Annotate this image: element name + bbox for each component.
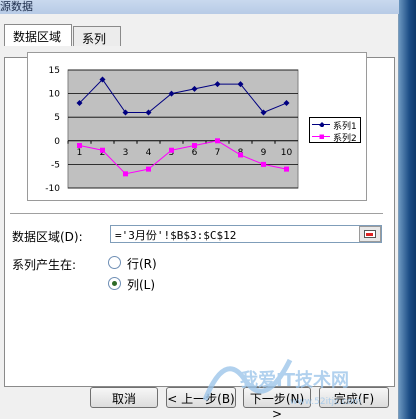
data-point-series2 (238, 152, 243, 158)
legend-entry-series1: 系列1 (310, 119, 360, 132)
title-bar: 源数据 (0, 0, 416, 14)
legend-marker-diamond (319, 122, 324, 127)
cancel-button[interactable]: 取消 (90, 387, 158, 408)
background-window-strip (399, 0, 416, 419)
x-tick-label: 1 (77, 148, 83, 158)
data-point-series2 (261, 161, 266, 167)
radio-columns-button[interactable] (108, 277, 121, 290)
radio-columns[interactable]: 列(L) (108, 276, 188, 292)
radio-rows-label: 行(R) (127, 257, 157, 271)
series-in-label: 系列产生在: (12, 258, 77, 272)
tab-data-range[interactable]: 数据区域 (4, 24, 72, 46)
data-point-series2 (123, 171, 128, 177)
x-tick-label: 3 (123, 148, 129, 158)
radio-columns-label: 列(L) (127, 278, 156, 292)
chart-legend: 系列1 系列2 (309, 117, 361, 144)
collapse-dialog-button[interactable] (359, 226, 381, 242)
y-tick-label: -5 (51, 160, 60, 170)
radio-rows[interactable]: 行(R) (108, 255, 188, 271)
collapse-dialog-icon-bar (366, 233, 373, 236)
data-point-series2 (169, 147, 174, 153)
x-tick-label: 9 (261, 148, 267, 158)
y-tick-label: 5 (54, 113, 60, 123)
back-button-label: < 上一步(B) (167, 392, 235, 406)
y-tick-label: -10 (45, 184, 60, 194)
data-range-value: ='3月份'!$B$3:$C$12 (115, 229, 237, 242)
y-tick-label: 10 (49, 90, 61, 100)
radio-selected-dot (112, 281, 117, 286)
tab-data-range-label: 数据区域 (13, 30, 62, 44)
plot-area (67, 69, 299, 189)
legend-entry-series2: 系列2 (310, 131, 360, 144)
separator (10, 213, 383, 215)
x-tick-label: 10 (281, 148, 293, 158)
y-tick-label: 15 (49, 66, 60, 76)
next-button[interactable]: 下一步(N) > (243, 387, 311, 419)
radio-rows-button[interactable] (108, 256, 121, 269)
tab-series-label: 系列 (82, 32, 107, 46)
back-button[interactable]: < 上一步(B) (166, 387, 236, 408)
x-tick-label: 7 (215, 148, 221, 158)
data-point-series2 (146, 166, 151, 172)
cancel-button-label: 取消 (111, 392, 136, 406)
data-range-input[interactable]: ='3月份'!$B$3:$C$12 (110, 225, 382, 243)
window-title: 源数据 (0, 0, 33, 13)
tab-series[interactable]: 系列 (73, 26, 121, 46)
data-point-series2 (215, 138, 220, 144)
x-tick-label: 4 (146, 148, 152, 158)
data-range-label: 数据区域(D): (12, 230, 83, 244)
data-point-series2 (77, 143, 82, 149)
finish-button-label: 完成(F) (333, 392, 375, 406)
legend-label-series2: 系列2 (333, 134, 357, 144)
legend-marker-square (319, 134, 324, 139)
y-tick-label: 0 (54, 137, 60, 147)
x-tick-label: 6 (192, 148, 198, 158)
data-point-series2 (284, 166, 289, 172)
data-point-series2 (100, 147, 105, 153)
data-point-series2 (192, 143, 197, 149)
finish-button[interactable]: 完成(F) (319, 387, 389, 408)
